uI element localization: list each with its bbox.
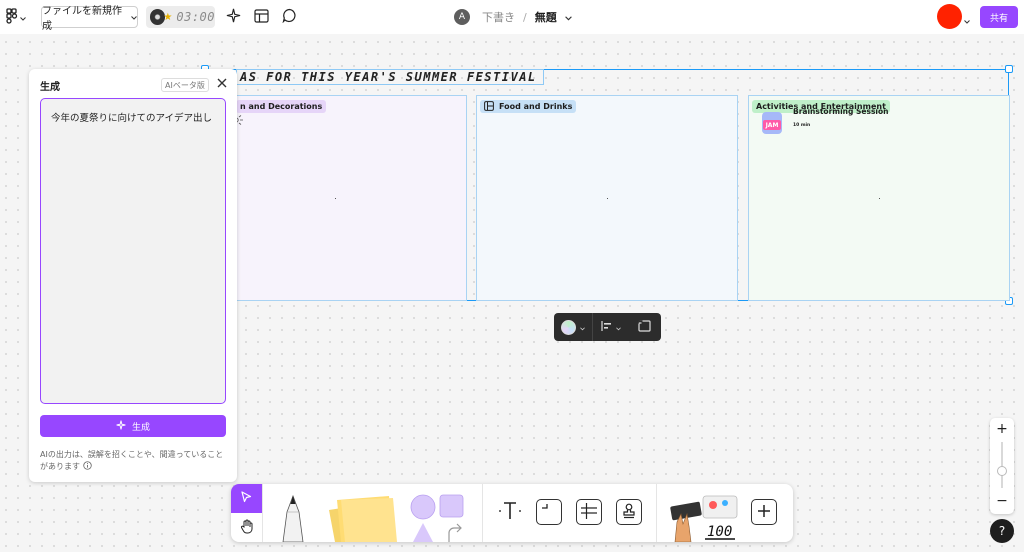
new-file-button[interactable]: ファイルを新規作成: [41, 6, 138, 32]
chevron-down-icon: [580, 321, 585, 334]
breadcrumb-separator: /: [523, 10, 527, 24]
align-left-icon: [601, 320, 612, 334]
column-decorations[interactable]: [236, 95, 467, 301]
sticky-note-icon: [327, 496, 401, 542]
prompt-input[interactable]: 今年の夏祭りに向けてのアイデア出し: [40, 98, 226, 404]
prompt-text: 今年の夏祭りに向けてのアイデア出し: [51, 113, 213, 124]
color-swatch-icon: [561, 319, 576, 335]
stamp-icon: [622, 503, 636, 522]
frame-toggle-button[interactable]: [629, 313, 659, 341]
column-food-drinks[interactable]: [476, 95, 738, 301]
sticky-note-tool-button[interactable]: [327, 494, 401, 542]
top-bar: ファイルを新規作成 ★ 03:00 A 下書き / 無題 共有: [0, 0, 1024, 34]
file-name[interactable]: 無題: [535, 9, 557, 25]
draft-link[interactable]: 下書き: [482, 9, 515, 25]
share-button[interactable]: 共有: [980, 6, 1018, 28]
section-frame-icon: [541, 503, 557, 522]
generate-button[interactable]: 生成: [40, 415, 226, 437]
close-button[interactable]: [215, 76, 229, 90]
more-tools-button[interactable]: [751, 499, 777, 525]
center-dot: [879, 198, 880, 199]
comment-icon: [281, 8, 297, 26]
chevron-down-icon: [131, 12, 137, 23]
svg-text:100: 100: [707, 524, 732, 540]
ai-disclaimer: AIの出力は、誤解を招くことや、間違っていることがあります: [40, 449, 230, 473]
panel-title: 生成: [40, 82, 60, 93]
layout-button[interactable]: [253, 8, 269, 26]
plus-icon: [757, 504, 771, 521]
zoom-controls: + −: [990, 418, 1014, 514]
section-tool-button[interactable]: [536, 499, 562, 525]
ai-generate-panel: 生成 AIベータ版 今年の夏祭りに向けてのアイデア出し 生成 AIの出力は、誤解…: [29, 69, 237, 482]
stickers-tool-button[interactable]: 100: [667, 492, 743, 542]
user-avatar[interactable]: [937, 4, 962, 29]
zoom-slider-thumb[interactable]: [997, 466, 1007, 476]
file-title-area: A 下書き / 無題: [454, 7, 572, 27]
sparkle-icon: [226, 8, 241, 26]
center-dot: [335, 198, 336, 199]
chevron-down-icon: [616, 321, 621, 334]
center-dot: [607, 198, 608, 199]
column-activities[interactable]: [748, 95, 1010, 301]
frame-icon: [637, 319, 651, 335]
marker-pen-icon: [275, 494, 311, 542]
toolbar-divider: [482, 484, 483, 542]
star-icon: ★: [163, 11, 173, 23]
layout-icon: [253, 8, 269, 26]
generate-label: 生成: [131, 422, 150, 433]
column-label-food-drinks[interactable]: Food and Drinks: [480, 100, 577, 113]
layout-icon: [484, 100, 494, 113]
chevron-down-icon[interactable]: [964, 14, 970, 27]
chevron-down-icon: [20, 11, 26, 24]
column-label-text: Food and Drinks: [499, 102, 573, 111]
stamp-tool-button[interactable]: [616, 499, 642, 525]
comment-button[interactable]: [281, 8, 297, 26]
align-button[interactable]: [593, 313, 629, 341]
context-toolbar: [554, 313, 661, 341]
chevron-down-icon[interactable]: [564, 11, 572, 24]
pen-tool-button[interactable]: [275, 492, 311, 542]
template-card-duration: 10 min: [793, 123, 811, 128]
color-picker-button[interactable]: [554, 313, 593, 341]
template-card-title: Brainstorming Session: [793, 109, 889, 116]
shape-tool-button[interactable]: [409, 493, 469, 542]
help-button[interactable]: ?: [990, 519, 1014, 543]
template-badge: JAM: [763, 120, 781, 130]
team-avatar[interactable]: A: [454, 9, 470, 25]
new-file-label: ファイルを新規作成: [42, 6, 122, 32]
bottom-toolbar: 100: [231, 484, 793, 542]
ai-sparkle-button[interactable]: [225, 8, 241, 26]
hand-tool-button[interactable]: [231, 513, 262, 542]
table-icon: [581, 502, 597, 522]
table-tool-button[interactable]: [576, 499, 602, 525]
info-icon[interactable]: [82, 461, 92, 471]
move-tool-button[interactable]: [231, 484, 262, 513]
beta-badge: AIベータ版: [161, 78, 209, 92]
column-label-decorations[interactable]: n and Decorations: [236, 100, 327, 113]
toolbar-divider: [262, 484, 263, 542]
stickers-icon: 100: [667, 495, 743, 542]
disclaimer-text: AIの出力は、誤解を招くことや、間違っていることがあります: [40, 450, 224, 471]
hand-icon: [240, 519, 254, 537]
template-card-thumbnail[interactable]: JAM: [762, 112, 782, 134]
resize-handle-top-right[interactable]: [1005, 65, 1013, 73]
zoom-out-button[interactable]: −: [990, 492, 1014, 510]
toolbar-divider: [656, 484, 657, 542]
timer-value: 03:00: [176, 10, 215, 24]
timer-widget[interactable]: ★ 03:00: [146, 6, 215, 28]
close-icon: [215, 78, 229, 93]
section-title[interactable]: AS FOR THIS YEAR'S SUMMER FESTIVAL: [236, 69, 544, 85]
sparkle-icon: [116, 420, 126, 433]
zoom-slider-track[interactable]: [1001, 442, 1003, 488]
text-icon: [496, 500, 524, 525]
text-tool-button[interactable]: [497, 499, 523, 525]
zoom-in-button[interactable]: +: [990, 420, 1014, 438]
figjam-logo-icon: [6, 7, 18, 27]
cursor-icon: [241, 491, 252, 506]
main-menu-button[interactable]: [6, 7, 28, 27]
shapes-icon: [409, 494, 469, 542]
